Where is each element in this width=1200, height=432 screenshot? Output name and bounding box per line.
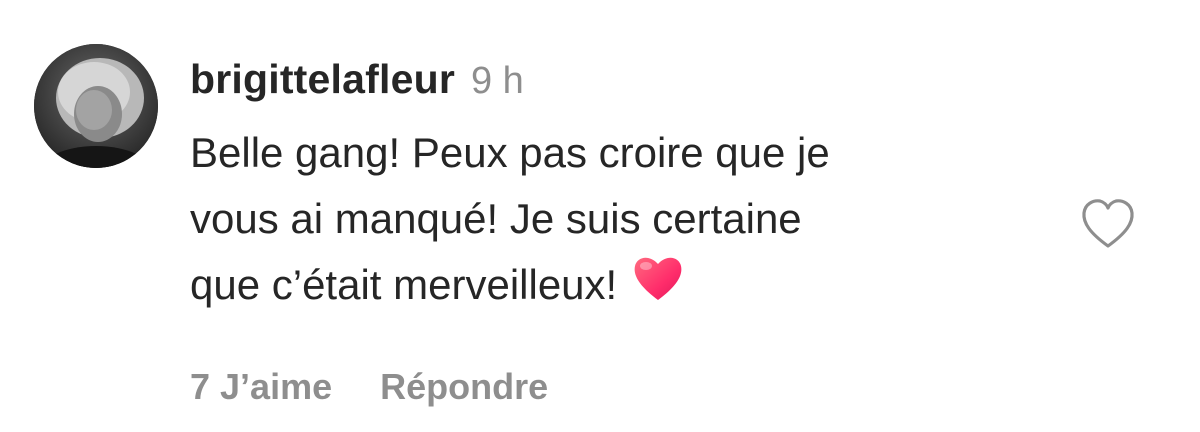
comment-text-segment: que c’était merveilleux!	[190, 261, 618, 308]
heart-outline-icon	[1082, 199, 1134, 248]
comment-content: brigittelafleur 9 h Belle gang! Peux pas…	[190, 56, 1010, 322]
timestamp[interactable]: 9 h	[471, 60, 524, 103]
heart-emoji-icon	[631, 253, 685, 322]
like-button[interactable]	[1078, 196, 1138, 252]
avatar-image	[34, 44, 158, 168]
comment-text-line: vous ai manqué! Je suis certaine	[190, 195, 802, 242]
comment-header: brigittelafleur 9 h	[190, 56, 1010, 112]
username[interactable]: brigittelafleur	[190, 56, 455, 103]
comment: brigittelafleur 9 h Belle gang! Peux pas…	[0, 0, 1200, 432]
comment-text-line: que c’était merveilleux!	[190, 252, 1010, 322]
comment-text-line: Belle gang! Peux pas croire que je	[190, 129, 830, 176]
avatar[interactable]	[34, 44, 158, 168]
comment-text: Belle gang! Peux pas croire que je vous …	[190, 120, 1010, 322]
reply-button[interactable]: Répondre	[380, 366, 548, 408]
likes-count-link[interactable]: 7 J’aime	[190, 366, 332, 408]
comment-actions: 7 J’aime Répondre	[190, 366, 548, 408]
